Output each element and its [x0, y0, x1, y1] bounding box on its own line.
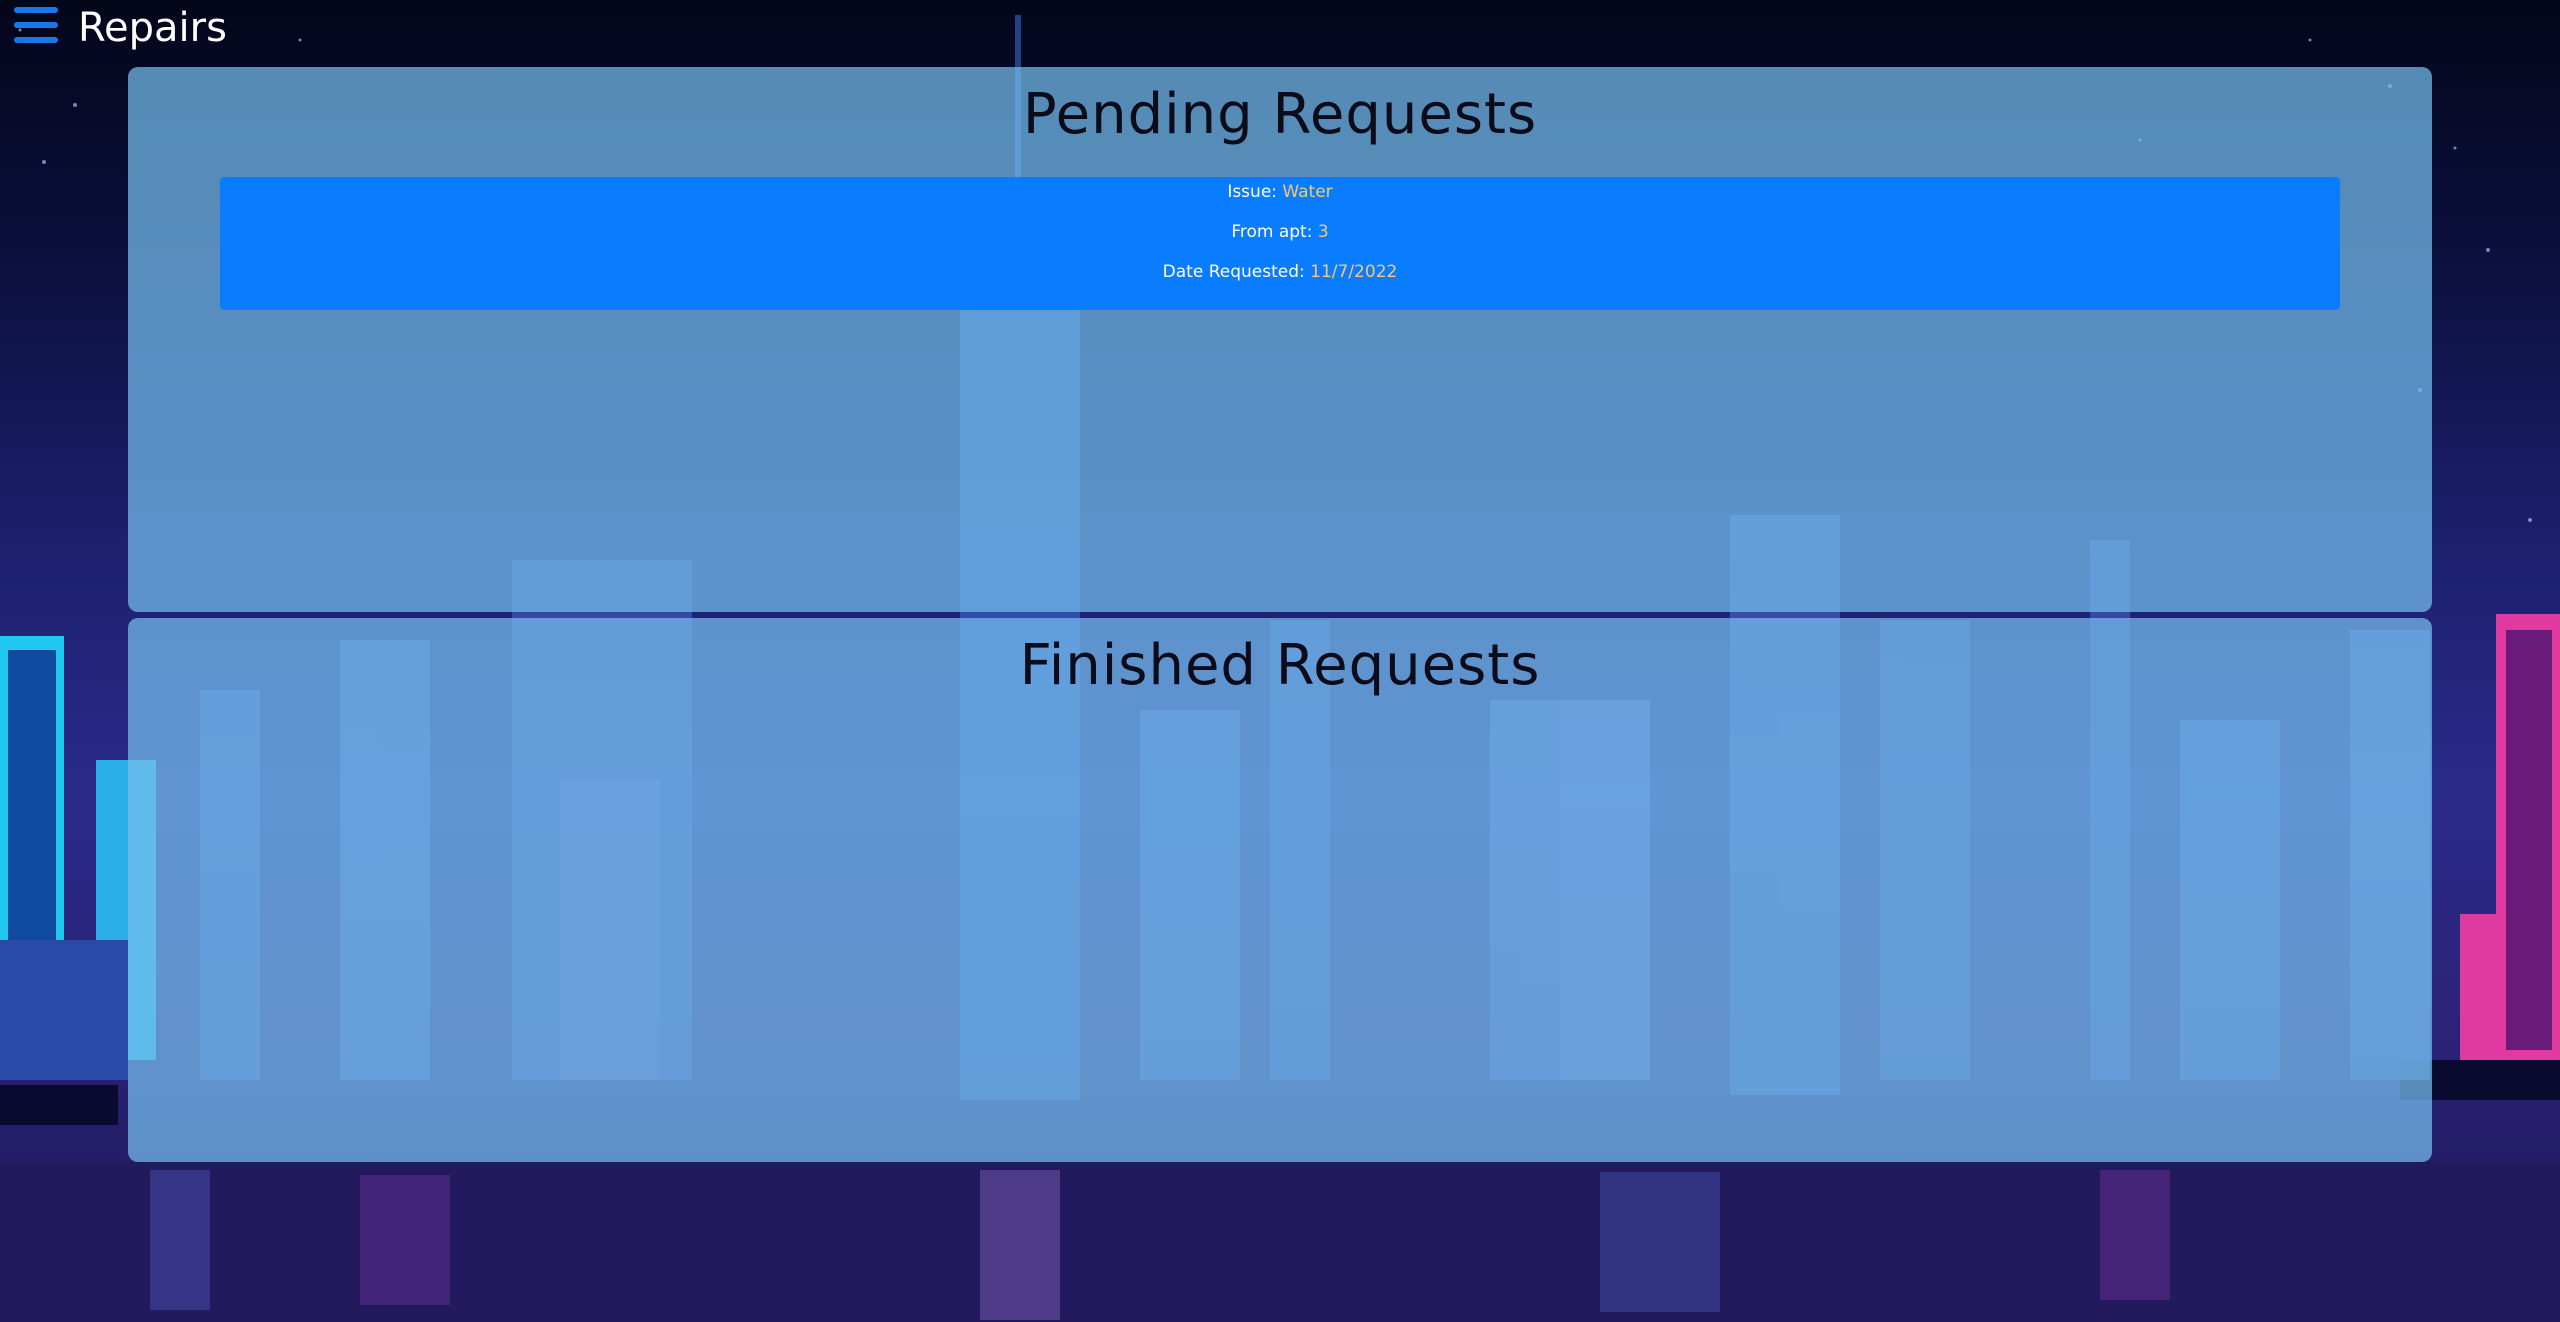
- page-title: Repairs: [78, 5, 227, 51]
- pending-requests-heading: Pending Requests: [1022, 82, 1538, 147]
- finished-requests-heading: Finished Requests: [1019, 633, 1541, 698]
- finished-requests-panel: Finished Requests: [128, 618, 2432, 1162]
- date-requested-label: Date Requested:: [1162, 262, 1311, 282]
- issue-line: Issue: Water: [220, 180, 2340, 204]
- pending-requests-panel: Pending Requests Issue: Water From apt: …: [128, 67, 2432, 612]
- apartment-label: From apt:: [1231, 222, 1318, 242]
- date-requested-value: 11/7/2022: [1310, 262, 1398, 282]
- apartment-value: 3: [1317, 222, 1329, 242]
- hamburger-menu-icon[interactable]: [14, 7, 58, 47]
- request-card[interactable]: Issue: Water From apt: 3 Date Requested:…: [220, 177, 2340, 310]
- date-requested-line: Date Requested: 11/7/2022: [220, 260, 2340, 284]
- issue-label: Issue:: [1227, 182, 1283, 202]
- apartment-line: From apt: 3: [220, 220, 2340, 244]
- issue-value: Water: [1282, 182, 1333, 202]
